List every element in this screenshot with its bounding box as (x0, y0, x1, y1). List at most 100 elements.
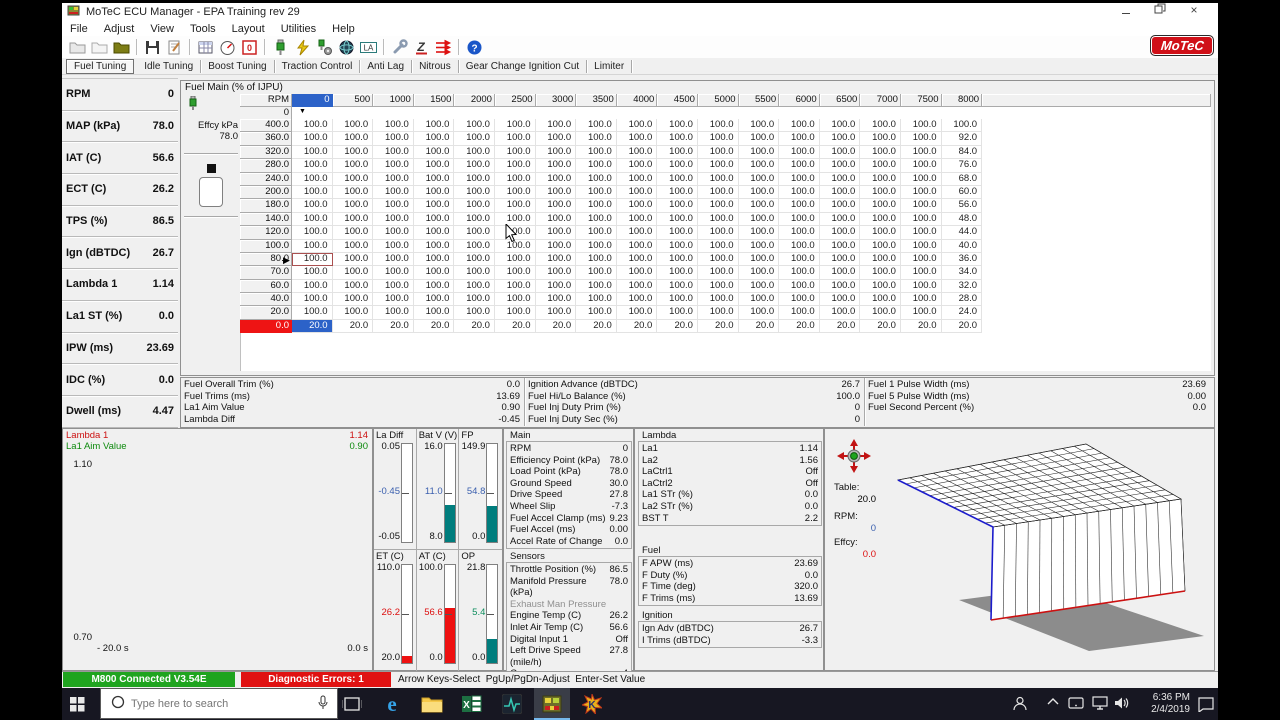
table-cell[interactable]: 100.0 (779, 239, 820, 253)
table-cell[interactable]: 34.0 (941, 266, 983, 280)
table-cell[interactable]: 100.0 (697, 279, 739, 294)
taskbar-search[interactable] (100, 688, 338, 719)
table-cell[interactable]: 100.0 (779, 293, 820, 307)
table-cell[interactable]: 100.0 (332, 159, 374, 173)
table-cell[interactable]: 100.0 (738, 226, 780, 240)
table-cell[interactable]: 100.0 (576, 226, 617, 240)
table-cell[interactable]: 100.0 (454, 226, 495, 240)
menu-layout[interactable]: Layout (224, 23, 273, 35)
table-cell[interactable]: 100.0 (860, 306, 901, 320)
col-header[interactable]: 2000 (454, 94, 495, 107)
table-cell[interactable]: 100.0 (819, 132, 861, 146)
table-cell[interactable]: 100.0 (657, 239, 698, 253)
table-cell[interactable]: 100.0 (779, 185, 820, 200)
edge-icon[interactable]: e (374, 688, 410, 720)
table-cell[interactable]: 100.0 (413, 119, 455, 133)
table-cell[interactable]: 20.0 (535, 319, 577, 334)
table-cell[interactable]: 100.0 (616, 212, 658, 227)
table-cell[interactable]: 100.0 (292, 185, 333, 200)
table-cell[interactable]: 100.0 (779, 212, 820, 227)
table-cell[interactable]: 100.0 (535, 119, 577, 133)
table-cell[interactable]: 100.0 (454, 279, 495, 294)
col-header[interactable]: 1500 (413, 94, 455, 107)
fuel-levels-button[interactable] (433, 38, 453, 56)
table-cell[interactable]: 100.0 (292, 226, 333, 240)
table-cell[interactable]: 100.0 (697, 226, 739, 240)
table-cell[interactable]: 100.0 (779, 252, 820, 267)
table-cell[interactable]: 100.0 (697, 266, 739, 280)
chevron-up-icon[interactable] (1046, 696, 1060, 711)
table-cell[interactable]: 100.0 (292, 212, 333, 227)
table-cell[interactable]: 100.0 (373, 226, 414, 240)
col-header[interactable]: 500 (332, 94, 374, 107)
table-cell[interactable]: 100.0 (860, 119, 901, 133)
table-cell[interactable]: 100.0 (819, 293, 861, 307)
new-file-button[interactable] (89, 38, 109, 56)
table-cell[interactable]: 84.0 (941, 145, 983, 160)
table-cell[interactable]: 100.0 (332, 266, 374, 280)
table-cell[interactable]: 100.0 (738, 293, 780, 307)
table-cell[interactable]: 20.0 (697, 319, 739, 334)
tab-anti-lag[interactable]: Anti Lag (360, 59, 413, 73)
table-cell[interactable]: 100.0 (535, 132, 577, 146)
table-cell[interactable]: 100.0 (860, 132, 901, 146)
table-cell[interactable]: 100.0 (657, 306, 698, 320)
table-cell[interactable]: 100.0 (860, 226, 901, 240)
table-cell[interactable]: 100.0 (697, 185, 739, 200)
col-header[interactable]: 7000 (860, 94, 901, 107)
search-input[interactable] (131, 697, 317, 710)
table-cell[interactable]: 100.0 (900, 159, 942, 173)
table-cell[interactable]: 100.0 (738, 185, 780, 200)
table-cell[interactable]: 100.0 (697, 145, 739, 160)
table-cell[interactable]: 100.0 (292, 159, 333, 173)
table-cell[interactable]: 100.0 (494, 119, 536, 133)
table-cell[interactable]: 100.0 (576, 293, 617, 307)
tab-idle-tuning[interactable]: Idle Tuning (137, 59, 202, 73)
table-cell[interactable]: 100.0 (819, 159, 861, 173)
table-cell[interactable]: 100.0 (616, 293, 658, 307)
row-header[interactable]: 20.0 (240, 306, 292, 320)
table-cell[interactable]: 100.0 (779, 172, 820, 186)
table-cell[interactable]: 100.0 (657, 185, 698, 200)
table-cell[interactable]: 100.0 (535, 293, 577, 307)
table-cell[interactable]: 20.0 (616, 319, 658, 334)
table-cell[interactable]: 100.0 (413, 199, 455, 213)
table-cell[interactable]: 100.0 (657, 145, 698, 160)
volume-icon[interactable] (1114, 696, 1130, 713)
table-cell[interactable]: 100.0 (535, 145, 577, 160)
table-cell[interactable]: 100.0 (373, 239, 414, 253)
table-cell[interactable]: 100.0 (697, 239, 739, 253)
help-button[interactable]: ? (464, 38, 484, 56)
table-cell[interactable]: 100.0 (292, 199, 333, 213)
table-cell[interactable]: 100.0 (697, 199, 739, 213)
table-cell[interactable]: 100.0 (576, 119, 617, 133)
row-header[interactable]: 240.0 (240, 172, 292, 186)
table-cell[interactable]: 100.0 (373, 293, 414, 307)
table-cell[interactable]: 100.0 (779, 226, 820, 240)
microphone-icon[interactable] (317, 695, 329, 713)
table-cell[interactable]: 100.0 (616, 119, 658, 133)
table-cell[interactable]: 100.0 (454, 132, 495, 146)
table-cell[interactable]: 100.0 (860, 199, 901, 213)
table-cell[interactable]: 100.0 (535, 185, 577, 200)
table-cell[interactable]: 20.0 (900, 319, 942, 334)
tab-traction-control[interactable]: Traction Control (275, 59, 361, 73)
adjust-wrench-button[interactable] (389, 38, 409, 56)
table-cell[interactable]: 100.0 (657, 266, 698, 280)
file-explorer-icon[interactable] (414, 688, 450, 720)
col-header[interactable]: 2500 (494, 94, 536, 107)
col-header[interactable]: 3000 (535, 94, 577, 107)
table-cell[interactable]: 100.0 (535, 306, 577, 320)
table-cell[interactable]: 100.0 (413, 212, 455, 227)
table-cell[interactable]: 100.0 (819, 266, 861, 280)
table-cell[interactable]: 60.0 (941, 185, 983, 200)
table-cell[interactable]: 100.0 (819, 212, 861, 227)
table-cell[interactable]: 40.0 (941, 239, 983, 253)
table-cell[interactable]: 100.0 (373, 252, 414, 267)
table-cell[interactable]: 100.0 (738, 212, 780, 227)
row-header[interactable]: 60.0 (240, 279, 292, 294)
table-cell[interactable]: 100.0 (535, 226, 577, 240)
spark-settings-button[interactable] (314, 38, 334, 56)
table-cell[interactable]: 100.0 (941, 119, 983, 133)
col-header[interactable]: 8000 (941, 94, 983, 107)
